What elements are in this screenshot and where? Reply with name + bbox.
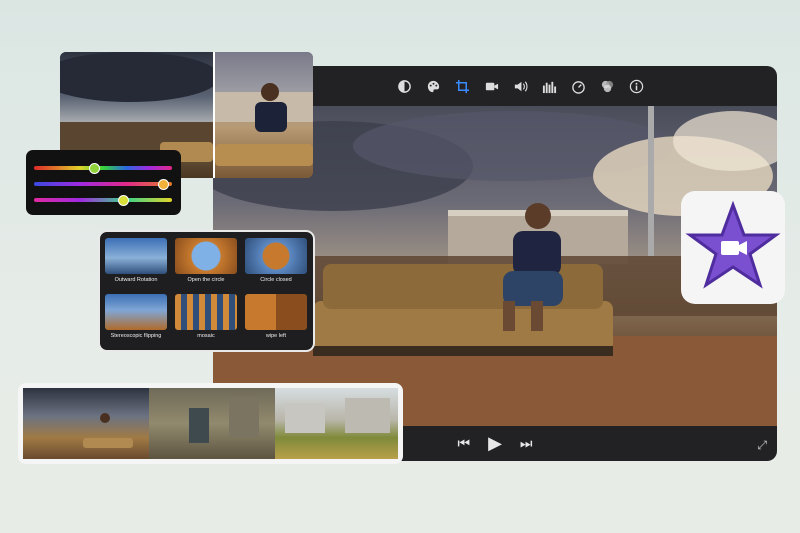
previous-button[interactable]: ⏮ [457, 435, 470, 452]
hue-slider[interactable] [34, 163, 172, 174]
transition-label: Stereoscopic flipping [110, 333, 162, 339]
play-button[interactable]: ▶ [488, 433, 502, 454]
transition-label: Open the circle [187, 277, 225, 283]
stabilization-camera-icon[interactable] [483, 78, 499, 94]
transitions-panel: Outward Rotation Open the circle Circle … [98, 230, 315, 352]
after-image [215, 52, 313, 178]
equalizer-icon[interactable] [541, 78, 557, 94]
color-sliders-panel [26, 150, 181, 215]
filter-overlay-icon[interactable] [599, 78, 615, 94]
color-palette-icon[interactable] [425, 78, 441, 94]
speed-gauge-icon[interactable] [570, 78, 586, 94]
transition-label: Circle closed [260, 277, 292, 283]
clip-timeline [18, 383, 403, 464]
app-icon-card [681, 191, 785, 304]
transition-thumb[interactable] [245, 294, 307, 330]
transition-thumb[interactable] [175, 294, 237, 330]
timeline-clip[interactable] [23, 388, 149, 459]
timeline-clip[interactable] [275, 388, 398, 459]
luminance-slider[interactable] [34, 195, 172, 206]
transition-label: Outward Rotation [114, 277, 158, 283]
volume-icon[interactable] [512, 78, 528, 94]
transition-thumb[interactable] [175, 238, 237, 274]
imovie-star-icon [685, 200, 781, 289]
saturation-slider-knob[interactable] [158, 179, 169, 190]
transition-thumb[interactable] [245, 238, 307, 274]
info-icon[interactable] [628, 78, 644, 94]
transition-thumb[interactable] [105, 238, 167, 274]
transition-thumb[interactable] [105, 294, 167, 330]
expand-icon[interactable]: ⤢ [757, 438, 767, 453]
timeline-clip[interactable] [149, 388, 275, 459]
split-divider[interactable] [213, 52, 215, 178]
color-balance-icon[interactable] [396, 78, 412, 94]
saturation-slider[interactable] [34, 179, 172, 190]
next-button[interactable]: ⏭ [520, 435, 533, 452]
luminance-slider-knob[interactable] [118, 195, 129, 206]
transition-label: mosaic [197, 333, 215, 339]
transition-label: wipe left [265, 333, 287, 339]
crop-icon[interactable] [454, 78, 470, 94]
hue-slider-knob[interactable] [89, 163, 100, 174]
